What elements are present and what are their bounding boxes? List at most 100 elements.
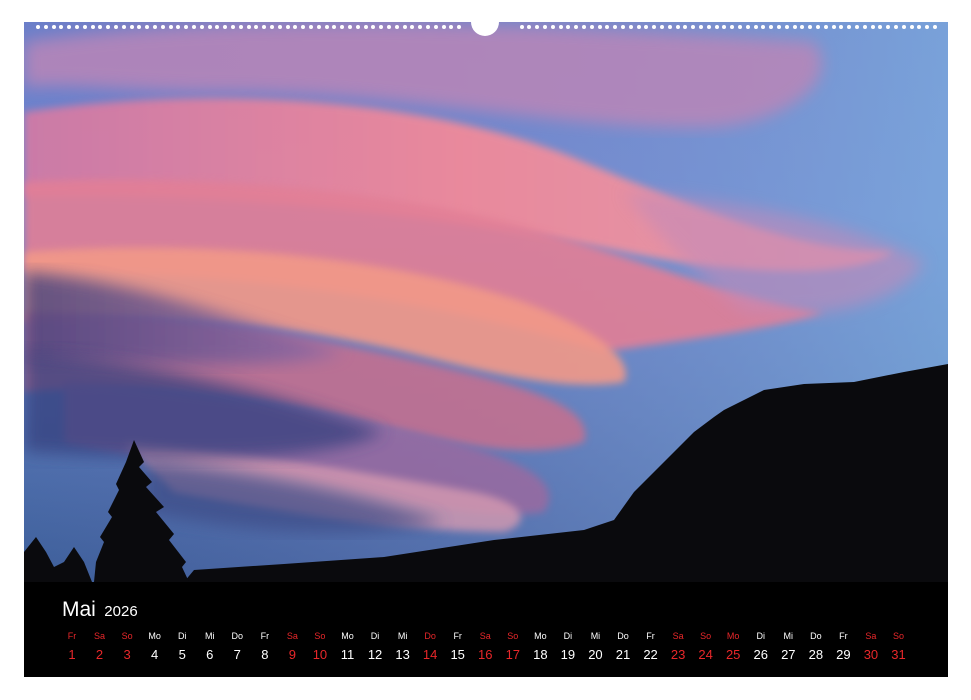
weekday-label: Mo — [341, 631, 354, 641]
spiral-hole — [730, 25, 735, 29]
calendar-page: Mai 2026 Fr 1 Sa 2 So 3 Mo 4 Di 5 Mi 6 Do 7 Fr 8 Sa 9 So 10… — [0, 0, 971, 700]
spiral-hole — [800, 25, 805, 29]
spiral-hole — [628, 25, 633, 29]
weekday-label: Do — [810, 631, 822, 641]
spiral-hole — [293, 25, 298, 29]
spiral-hole — [153, 25, 157, 29]
spiral-hole — [589, 25, 594, 29]
day-number: 2 — [95, 647, 104, 662]
day-number: 30 — [863, 647, 879, 662]
spiral-hole — [82, 25, 87, 29]
spiral-hole — [145, 25, 150, 29]
spiral-hole — [691, 25, 696, 29]
spiral-hole — [816, 25, 820, 29]
weekday-label: Fr — [839, 631, 848, 641]
day-number: 10 — [312, 647, 328, 662]
spiral-hole — [176, 25, 181, 29]
spiral-hole — [613, 25, 618, 29]
day-number: 21 — [615, 647, 631, 662]
weekday-label: Sa — [479, 631, 491, 641]
weekday-label: So — [121, 631, 133, 641]
spiral-hole — [543, 25, 547, 29]
spiral-hole — [129, 25, 134, 29]
lenticular-cloud-photo — [24, 22, 948, 582]
spiral-hole — [379, 25, 384, 29]
spiral-hole — [51, 25, 56, 29]
spiral-hole — [106, 25, 111, 29]
spiral-hole — [168, 25, 173, 29]
spiral-hole — [387, 25, 391, 29]
spiral-hole — [722, 25, 727, 29]
spiral-hole — [675, 25, 680, 29]
spiral-hole — [519, 25, 524, 29]
spiral-hole — [769, 25, 774, 29]
spiral-hole — [870, 25, 875, 29]
weekday-label: Di — [563, 631, 573, 641]
day-number: 22 — [643, 647, 658, 662]
spiral-hole — [207, 25, 212, 29]
day-number: 13 — [395, 647, 410, 662]
spiral-hole — [371, 25, 376, 29]
spiral-hole — [901, 25, 906, 29]
spiral-hole — [925, 25, 930, 29]
spiral-hole — [683, 25, 688, 29]
weekday-label: Sa — [286, 631, 298, 641]
spiral-hole — [706, 25, 711, 29]
spiral-hole — [660, 25, 664, 29]
month-name: Mai — [62, 598, 96, 621]
weekday-label: Fr — [260, 631, 270, 641]
spiral-hole — [847, 25, 852, 29]
day-number: 1 — [68, 647, 76, 662]
spiral-hole — [582, 25, 586, 29]
spiral-hole — [262, 25, 267, 29]
spiral-hole — [667, 25, 672, 29]
spiral-hole — [433, 25, 438, 29]
spiral-hole — [808, 25, 813, 29]
spiral-hole — [878, 25, 883, 29]
spiral-hole — [457, 25, 462, 29]
spiral-hole — [246, 25, 251, 29]
day-number: 31 — [891, 647, 906, 662]
spiral-hole — [36, 25, 40, 29]
day-number: 11 — [340, 647, 355, 662]
spiral-hole — [894, 25, 898, 29]
spiral-hole — [285, 25, 290, 29]
spiral-hole — [449, 25, 454, 29]
day-number: 17 — [505, 647, 521, 662]
spiral-hole — [215, 25, 220, 29]
spiral-hole — [309, 25, 313, 29]
spiral-hole — [738, 25, 742, 29]
spiral-hole — [324, 25, 329, 29]
day-number: 7 — [233, 647, 241, 662]
weekday-label: Di — [756, 631, 766, 641]
spiral-hole — [839, 25, 844, 29]
weekday-label: Mi — [205, 631, 215, 641]
spiral-hole — [699, 25, 703, 29]
spiral-hole — [714, 25, 719, 29]
spiral-hole — [862, 25, 867, 29]
spiral-hole — [644, 25, 649, 29]
spiral-hole — [566, 25, 571, 29]
spiral-hole — [223, 25, 228, 29]
spiral-hole — [137, 25, 142, 29]
day-number: 12 — [367, 647, 383, 662]
spiral-hole — [98, 25, 103, 29]
day-number: 4 — [151, 647, 159, 662]
day-number: 29 — [836, 647, 851, 662]
spiral-hole — [621, 25, 625, 29]
day-number: 27 — [781, 647, 796, 662]
spiral-hole — [332, 25, 337, 29]
weekday-label: Fr — [646, 631, 655, 641]
weekday-label: Do — [231, 631, 244, 641]
month-title: Mai 2026 — [62, 598, 138, 622]
spiral-hole — [340, 25, 345, 29]
spiral-hole — [558, 25, 563, 29]
spiral-hole — [792, 25, 797, 29]
spiral-hole — [605, 25, 610, 29]
spiral-hole — [67, 25, 72, 29]
spiral-hole — [348, 25, 352, 29]
year: 2026 — [104, 603, 138, 620]
spiral-hole — [231, 25, 235, 29]
spiral-hole — [238, 25, 243, 29]
spiral-hole — [199, 25, 204, 29]
